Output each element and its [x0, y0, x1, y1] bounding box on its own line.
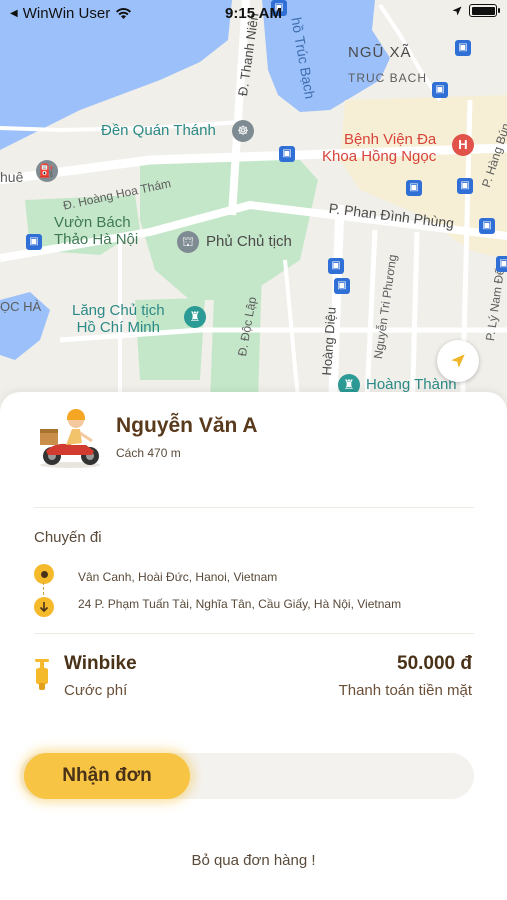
status-time: 9:15 AM — [225, 5, 282, 22]
bus-stop-icon: ▣ — [26, 234, 42, 250]
map-label-ngu-xa: NGŨ XÃ — [348, 44, 412, 61]
bus-stop-icon: ▣ — [328, 258, 344, 274]
order-sheet: Nguyễn Văn A Cách 470 m Chuyến đi Vân Ca… — [0, 392, 507, 900]
fee-label: Cước phí — [64, 682, 128, 699]
location-services-icon — [452, 6, 462, 15]
payment-method: Thanh toán tiền mặt — [338, 682, 472, 699]
map-label-mausoleum: Lăng Chủ tịch Hồ Chí Minh — [72, 302, 165, 337]
landmark-icon: ⛫ — [177, 231, 199, 253]
pickup-dot-icon — [34, 564, 54, 584]
temple-icon: ☸ — [232, 120, 254, 142]
battery-icon — [469, 4, 500, 17]
accept-order-button[interactable]: Nhận đơn — [24, 753, 190, 799]
pickup-address: Vân Canh, Hoài Đức, Hanoi, Vietnam — [78, 570, 278, 584]
status-right — [451, 4, 500, 17]
bus-stop-icon: ▣ — [457, 178, 473, 194]
map-label-truc-bach: TRUC BACH — [348, 71, 428, 85]
mausoleum-icon: ♜ — [184, 306, 206, 328]
locate-me-button[interactable] — [437, 340, 479, 382]
dropoff-arrow-icon — [34, 597, 54, 617]
map-label-hue: huê — [0, 169, 24, 185]
trip-label: Chuyến đi — [34, 529, 102, 546]
battery-level — [471, 6, 495, 15]
bus-stop-icon: ▣ — [479, 218, 495, 234]
skip-order-link[interactable]: Bỏ qua đơn hàng ! — [0, 852, 507, 869]
bus-stop-icon: ▣ — [279, 146, 295, 162]
map-label-botanical: Vườn Bách Thảo Hà Nội — [54, 214, 139, 249]
map-view[interactable]: hồ Trúc Bạch Đ. Thanh Niên NGŨ XÃ TRUC B… — [0, 0, 507, 420]
price: 50.000 đ — [397, 653, 472, 674]
dropoff-address: 24 P. Phạm Tuấn Tài, Nghĩa Tân, Cầu Giấy… — [78, 597, 402, 611]
driver-avatar — [40, 409, 100, 468]
motorbike-icon — [35, 659, 49, 690]
map-label-quan-thanh: Đền Quán Thánh — [101, 122, 216, 139]
bus-stop-icon: ▣ — [496, 256, 507, 272]
gas-station-icon: ⛽ — [36, 160, 58, 182]
bus-stop-icon: ▣ — [334, 278, 350, 294]
map-label-hospital: Bệnh Viện Đa Khoa Hồng Ngọc — [322, 131, 437, 166]
bus-stop-icon: ▣ — [432, 82, 448, 98]
status-bar: ◀ WinWin User 9:15 AM — [0, 0, 507, 28]
navigation-arrow-icon — [451, 354, 465, 368]
bus-stop-icon: ▣ — [406, 180, 422, 196]
bus-stop-icon: ▣ — [455, 40, 471, 56]
driver-distance: Cách 470 m — [116, 446, 181, 460]
divider — [34, 507, 474, 508]
driver-name: Nguyễn Văn A — [116, 414, 258, 437]
map-label-hoang-thanh: Hoàng Thành — [366, 376, 457, 393]
hospital-icon: H — [452, 134, 474, 156]
map-label-presidential: Phủ Chủ tịch — [206, 233, 292, 250]
divider — [34, 633, 474, 634]
map-label-oc-ha: ỌC HÀ — [0, 299, 42, 314]
service-name: Winbike — [64, 653, 137, 674]
